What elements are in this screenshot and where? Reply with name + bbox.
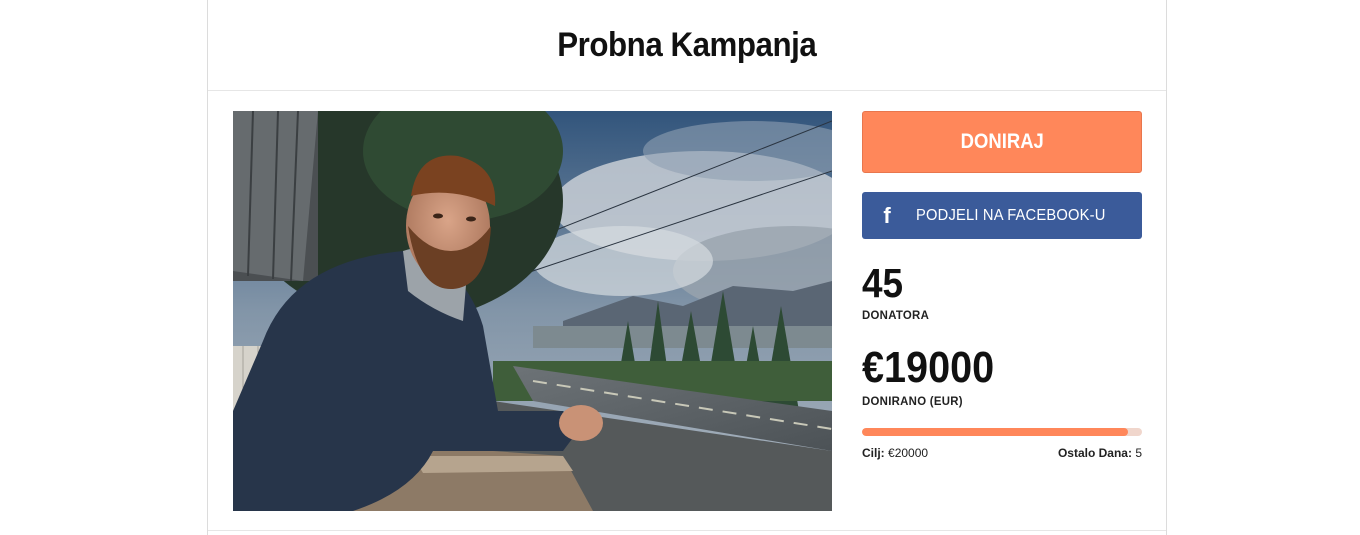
goal-value: €20000 [888, 446, 929, 460]
donation-progress-fill [862, 428, 1128, 436]
donors-label: DONATORA [862, 308, 930, 322]
page-title: Probna Kampanja [557, 25, 817, 64]
donors-count: 45 [862, 260, 904, 306]
campaign-photo [233, 111, 832, 511]
donate-button[interactable]: DONIRAJ [862, 111, 1142, 173]
facebook-icon: f [883, 202, 891, 228]
donated-stat: €19000 DONIRANO (EUR) [862, 343, 1009, 409]
donate-button-label: DONIRAJ [960, 130, 1044, 153]
goal-label: Cilj: [862, 446, 885, 460]
days-left-label: Ostalo Dana: [1057, 446, 1132, 460]
goal-info: Cilj: €20000 [862, 446, 928, 460]
donation-sidebar: DONIRAJ f PODJELI NA FACEBOOK-U 45 DONAT… [862, 111, 1142, 460]
donors-stat: 45 DONATORA [862, 260, 933, 323]
share-facebook-button[interactable]: f PODJELI NA FACEBOOK-U [862, 192, 1142, 239]
campaign-card: Probna Kampanja DONIRAJ f PODJELI NA FAC… [207, 0, 1167, 535]
days-left-value: 5 [1135, 446, 1142, 460]
days-left-info: Ostalo Dana: 5 [1058, 446, 1142, 460]
share-facebook-label: PODJELI NA FACEBOOK-U [916, 206, 1106, 224]
donation-progress-bar [862, 428, 1142, 436]
page: Probna Kampanja DONIRAJ f PODJELI NA FAC… [0, 0, 1360, 535]
donated-label: DONIRANO (EUR) [862, 394, 963, 408]
title-bar: Probna Kampanja [208, 0, 1166, 91]
card-bottom-divider [208, 530, 1166, 531]
campaign-meta: Cilj: €20000 Ostalo Dana: 5 [862, 446, 1142, 460]
donated-amount: €19000 [862, 343, 995, 392]
